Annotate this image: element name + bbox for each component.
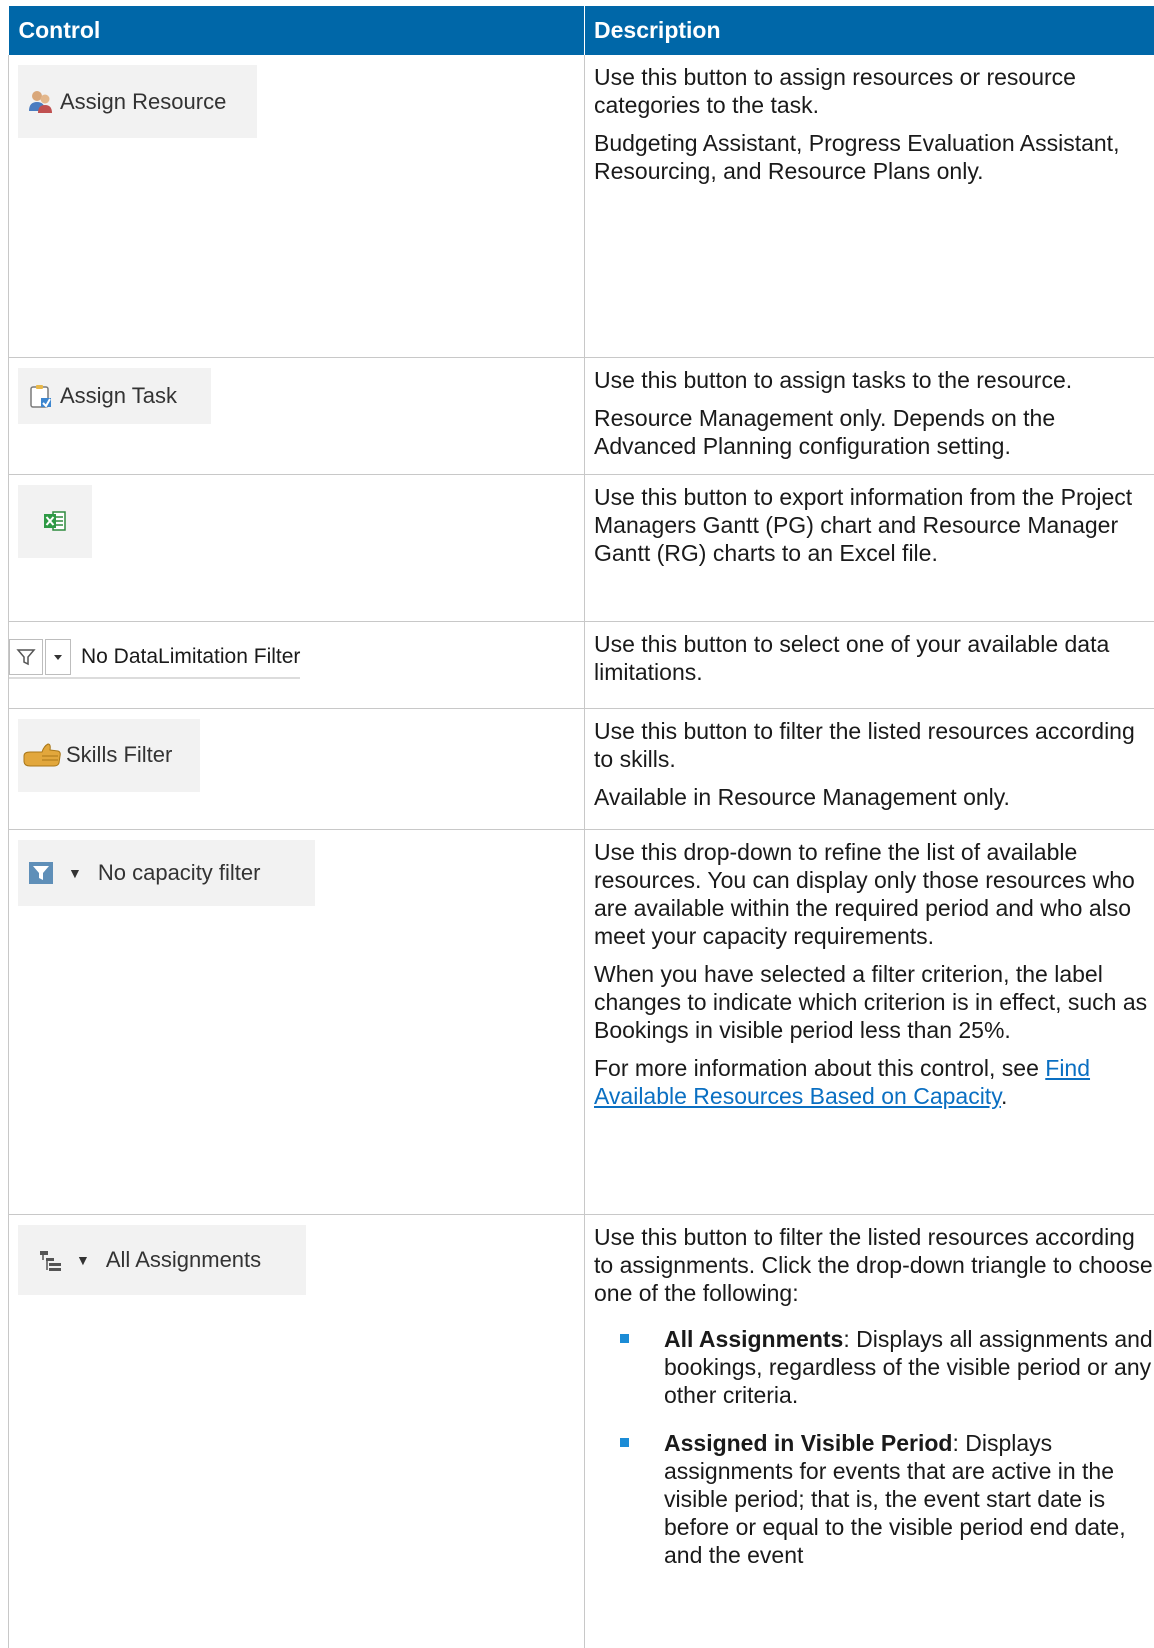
assign-task-label: Assign Task: [60, 382, 177, 410]
skills-filter-label: Skills Filter: [66, 741, 172, 769]
table-header-row: Control Description: [9, 6, 1154, 55]
bullet-marker: [620, 1438, 629, 1447]
data-limitation-label: No DataLimitation Filter: [81, 643, 300, 671]
assignments-filter-dropdown[interactable]: ▼ All Assignments: [18, 1225, 306, 1295]
control-cell: Assign Task: [9, 357, 585, 474]
list-item: All Assignments: Displays all assignment…: [614, 1325, 1154, 1409]
assign-task-button[interactable]: Assign Task: [18, 368, 211, 424]
option-term: All Assignments: [664, 1326, 843, 1352]
description-cell: Use this button to export information fr…: [585, 474, 1154, 621]
description-note: Budgeting Assistant, Progress Evaluation…: [594, 129, 1154, 185]
table-row: Assign Resource Use this button to assig…: [9, 55, 1154, 357]
control-cell: ▼ No capacity filter: [9, 829, 585, 1214]
assign-resource-button[interactable]: Assign Resource: [18, 65, 257, 138]
description-text: Use this button to assign tasks to the r…: [594, 366, 1154, 394]
description-text: Use this button to filter the listed res…: [594, 717, 1154, 773]
description-note: When you have selected a filter criterio…: [594, 960, 1154, 1044]
description-cell: Use this button to filter the listed res…: [585, 1214, 1154, 1648]
chevron-down-icon[interactable]: ▼: [68, 859, 82, 887]
description-note: Resource Management only. Depends on the…: [594, 404, 1154, 460]
data-limitation-filter-dropdown[interactable]: No DataLimitation Filter: [9, 637, 300, 679]
table-row: Skills Filter Use this button to filter …: [9, 708, 1154, 829]
thumbs-up-icon: [20, 742, 64, 768]
skills-filter-button[interactable]: Skills Filter: [18, 719, 200, 792]
bullet-marker: [620, 1334, 629, 1343]
control-cell: Assign Resource: [9, 55, 585, 357]
chevron-down-icon[interactable]: ▼: [76, 1246, 90, 1274]
description-text: Use this drop-down to refine the list of…: [594, 838, 1154, 950]
table-row: No DataLimitation Filter Use this button…: [9, 621, 1154, 708]
control-cell: [9, 474, 585, 621]
description-text: Use this button to assign resources or r…: [594, 63, 1154, 119]
description-cell: Use this button to select one of your av…: [585, 621, 1154, 708]
capacity-filter-label: No capacity filter: [98, 859, 261, 887]
control-cell: No DataLimitation Filter: [9, 621, 585, 708]
hierarchy-icon: [38, 1247, 64, 1273]
description-cell: Use this button to filter the listed res…: [585, 708, 1154, 829]
filter-funnel-icon: [9, 639, 43, 675]
more-info-text: For more information about this control,…: [594, 1054, 1154, 1110]
chevron-down-icon[interactable]: [45, 639, 71, 675]
assignments-filter-label: All Assignments: [106, 1246, 261, 1274]
list-item: Assigned in Visible Period: Displays ass…: [614, 1429, 1154, 1569]
control-column-header: Control: [9, 6, 585, 55]
description-text: Use this button to select one of your av…: [594, 630, 1154, 686]
table-row: ▼ All Assignments Use this button to fil…: [9, 1214, 1154, 1648]
description-cell: Use this drop-down to refine the list of…: [585, 829, 1154, 1214]
excel-export-button[interactable]: [18, 485, 92, 558]
controls-table: Control Description Assign Resource: [8, 6, 1154, 1648]
capacity-filter-icon: [28, 860, 54, 886]
table-row: ▼ No capacity filter Use this drop-down …: [9, 829, 1154, 1214]
description-cell: Use this button to assign tasks to the r…: [585, 357, 1154, 474]
description-note: Available in Resource Management only.: [594, 783, 1154, 811]
description-cell: Use this button to assign resources or r…: [585, 55, 1154, 357]
assign-task-icon: [28, 383, 54, 409]
capacity-filter-dropdown[interactable]: ▼ No capacity filter: [18, 840, 315, 906]
table-row: Assign Task Use this button to assign ta…: [9, 357, 1154, 474]
assignment-options-list: All Assignments: Displays all assignment…: [594, 1325, 1154, 1569]
table-row: Use this button to export information fr…: [9, 474, 1154, 621]
control-cell: Skills Filter: [9, 708, 585, 829]
assign-resource-icon: [28, 89, 54, 115]
assign-resource-label: Assign Resource: [60, 88, 226, 116]
excel-export-icon: [42, 508, 68, 534]
description-column-header: Description: [585, 6, 1154, 55]
description-text: Use this button to export information fr…: [594, 483, 1154, 567]
option-term: Assigned in Visible Period: [664, 1430, 952, 1456]
description-text: Use this button to filter the listed res…: [594, 1223, 1154, 1307]
control-cell: ▼ All Assignments: [9, 1214, 585, 1648]
